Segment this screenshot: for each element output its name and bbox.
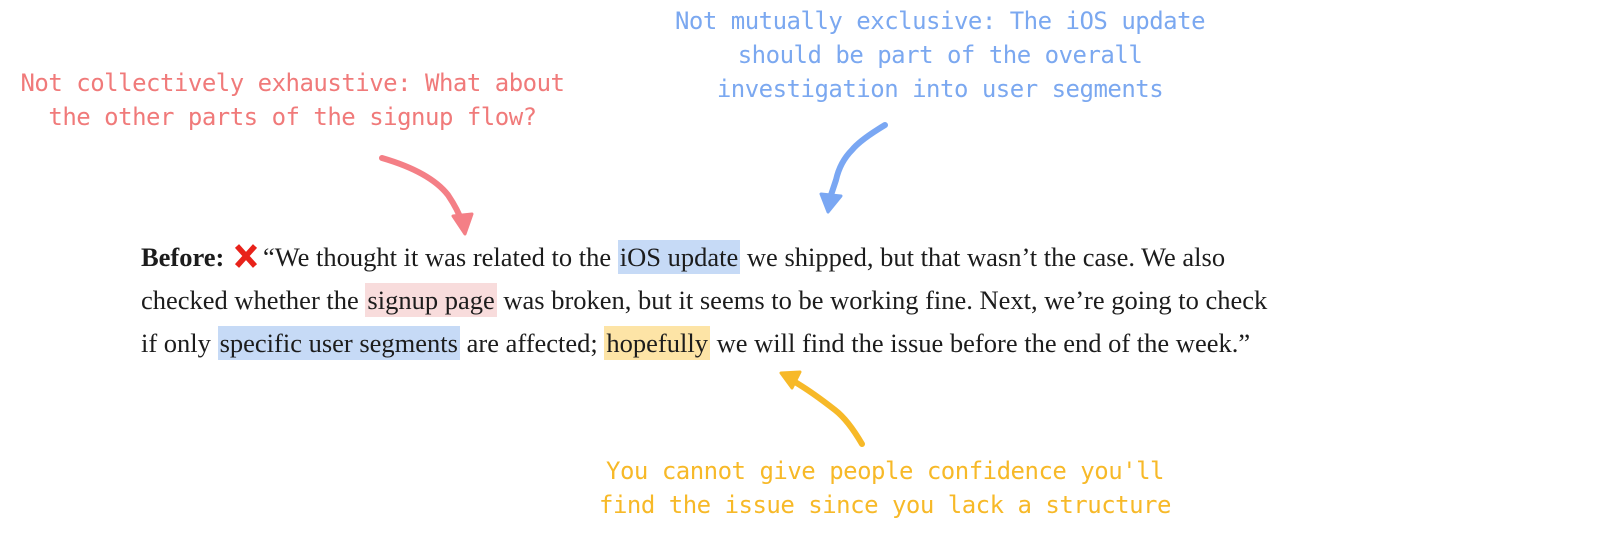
quote-text: are affected; — [460, 328, 605, 358]
red-arrow-icon — [379, 155, 474, 236]
quote-text: we will find the issue before the end of… — [709, 328, 1251, 358]
highlight-user-segments: specific user segments — [217, 326, 460, 360]
highlight-hopefully: hopefully — [604, 326, 710, 360]
blue-arrow-icon — [819, 122, 888, 214]
yellow-arrow-icon — [779, 370, 865, 447]
before-label: Before: — [141, 242, 225, 272]
quote-text: we shipped, but that wasn’t the case. We… — [740, 242, 1226, 272]
quote-text: if only — [141, 328, 218, 358]
red-cross-icon — [234, 244, 258, 268]
quote-line-1: Before: “We thought it was related to th… — [141, 236, 1600, 279]
quote-text: “We thought it was related to the — [263, 242, 618, 272]
highlight-ios-update: iOS update — [617, 240, 741, 274]
quote-line-2: checked whether the signup page was brok… — [141, 279, 1600, 322]
quote-text: checked whether the — [141, 285, 366, 315]
before-quote: Before: “We thought it was related to th… — [141, 236, 1600, 365]
quote-line-3: if only specific user segments are affec… — [141, 322, 1600, 365]
quote-text: was broken, but it seems to be working f… — [496, 285, 1268, 315]
highlight-signup-page: signup page — [365, 283, 497, 317]
